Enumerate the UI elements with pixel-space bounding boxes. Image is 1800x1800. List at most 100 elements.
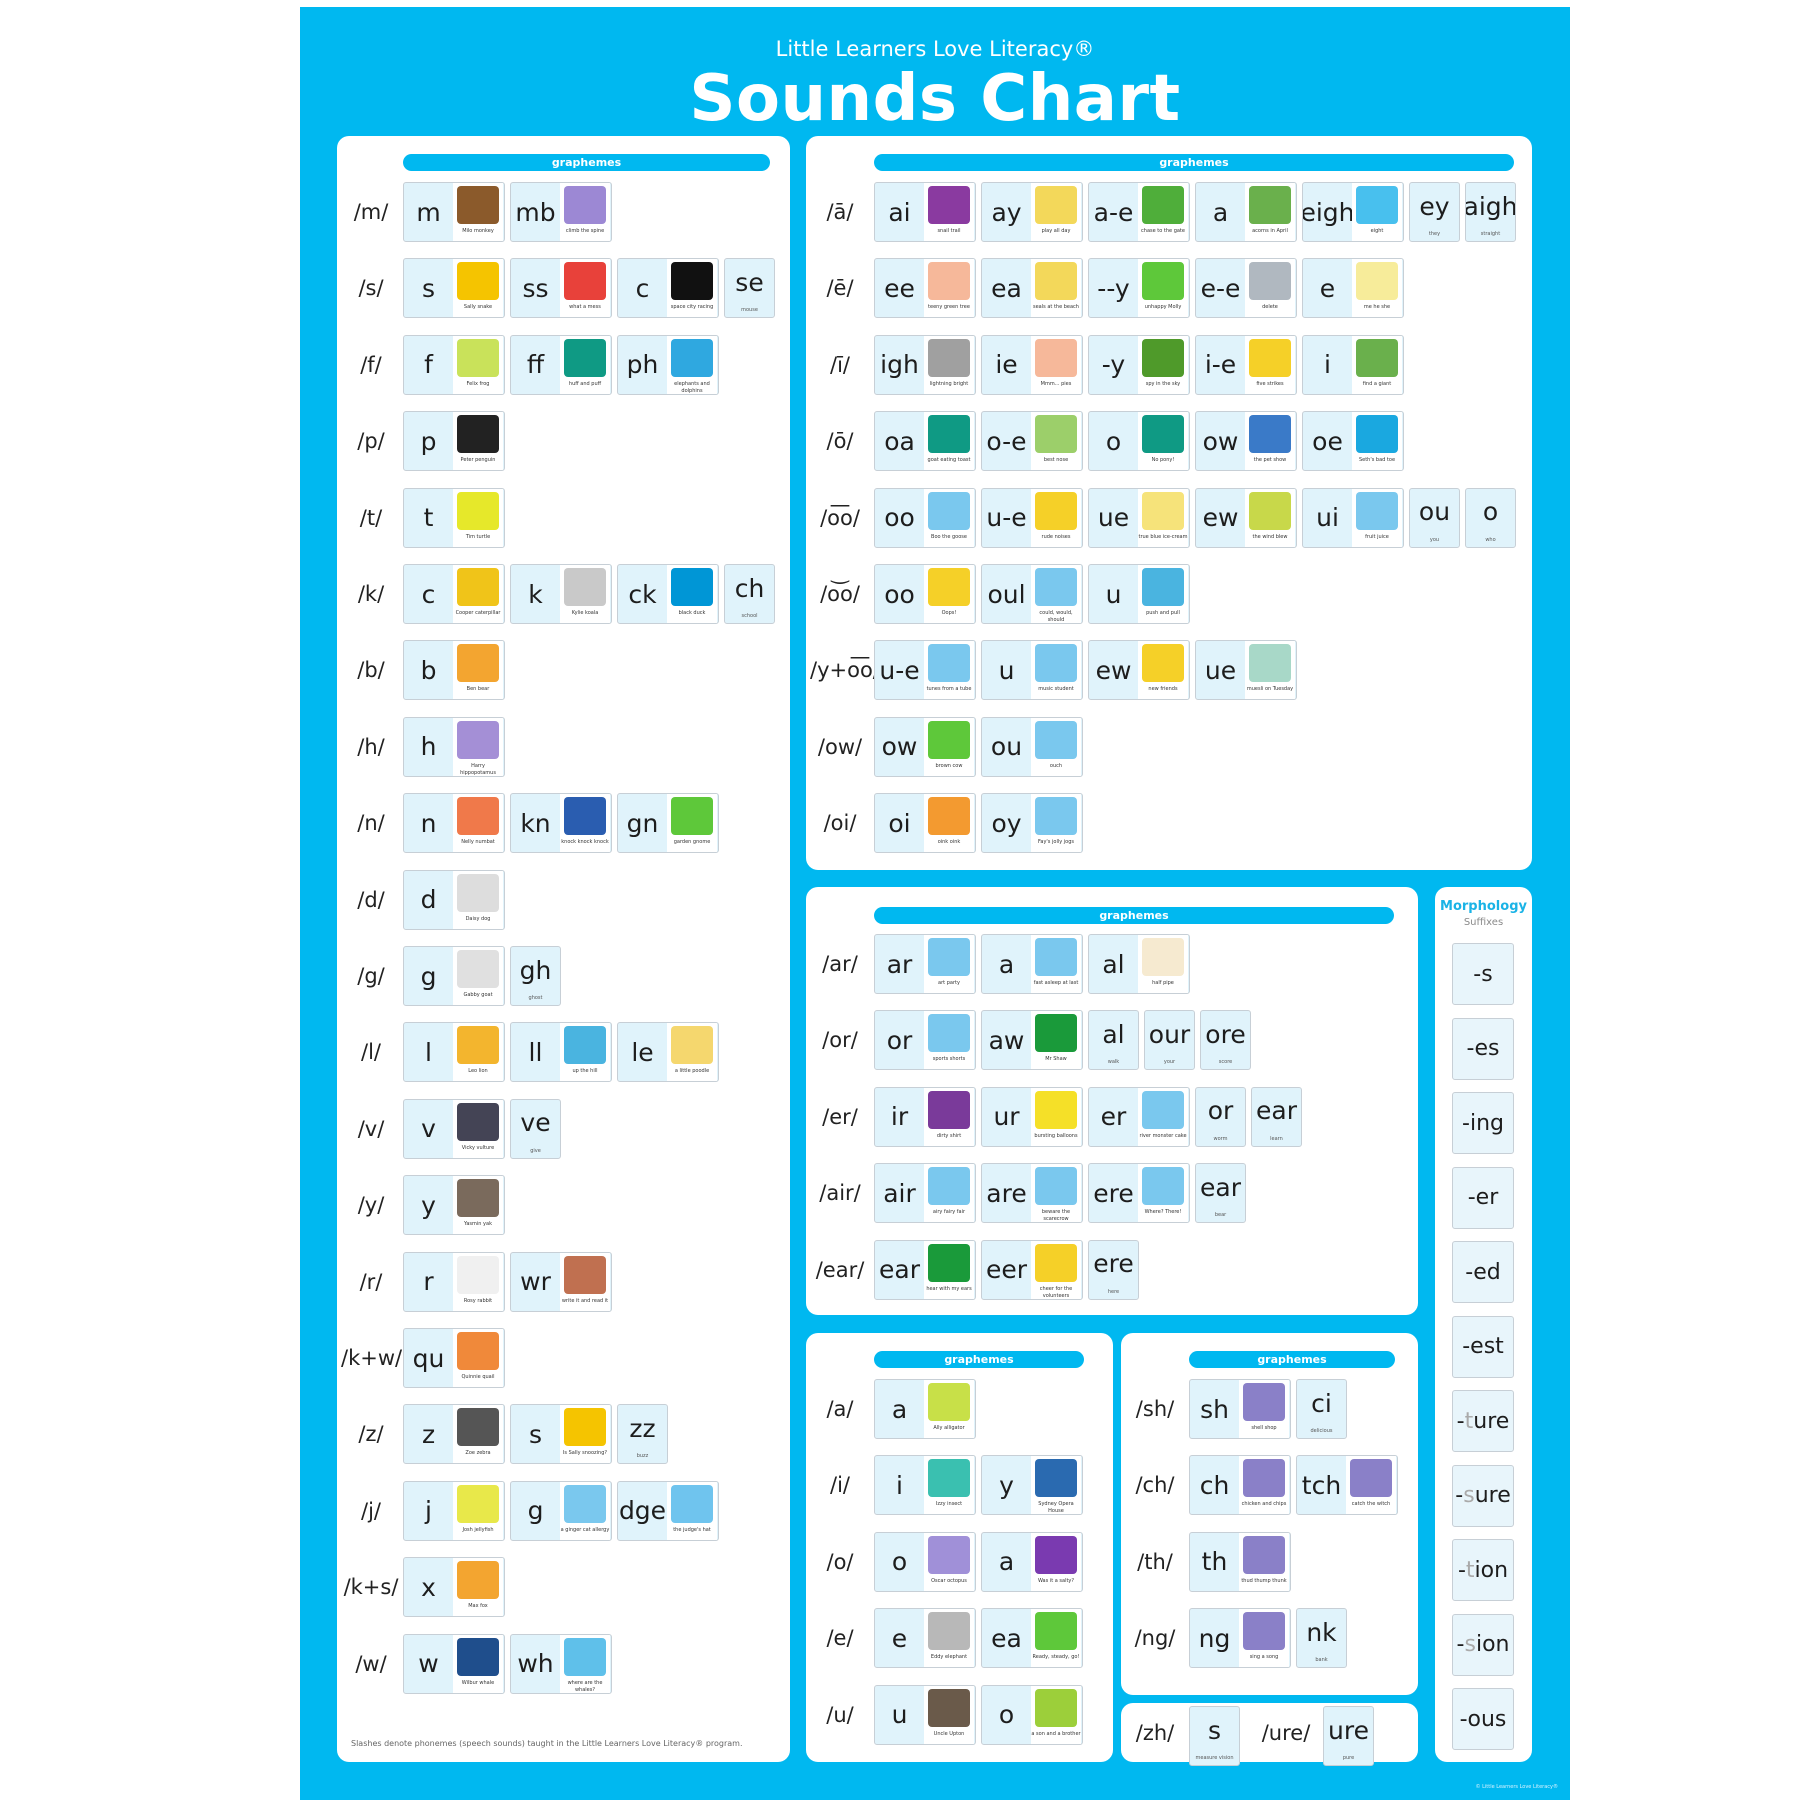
grapheme-tile[interactable]: u-e rude noises	[981, 487, 1083, 548]
grapheme-tile[interactable]: p Peter penguin	[403, 411, 505, 472]
grapheme-tile[interactable]: o-e best nose	[981, 411, 1083, 472]
grapheme-tile[interactable]: j Josh jellyfish	[403, 1480, 505, 1541]
grapheme-tile[interactable]: ear learn	[1251, 1086, 1302, 1147]
grapheme-tile[interactable]: kn knock knock knock	[510, 793, 612, 854]
grapheme-tile[interactable]: th thud thump thunk	[1189, 1531, 1291, 1592]
grapheme-tile[interactable]: s Is Sally snoozing?	[510, 1404, 612, 1465]
suffix-tile[interactable]: -s	[1452, 943, 1514, 1005]
grapheme-tile[interactable]: al half pipe	[1088, 934, 1190, 994]
grapheme-tile[interactable]: oe Seth's bad toe	[1302, 411, 1404, 472]
grapheme-tile[interactable]: u Uncle Upton	[874, 1684, 976, 1745]
grapheme-tile[interactable]: r Rosy rabbit	[403, 1251, 505, 1312]
grapheme-tile[interactable]: ci delicious	[1296, 1379, 1347, 1439]
grapheme-tile[interactable]: oy Fay's jolly jogs	[981, 793, 1083, 854]
grapheme-tile[interactable]: ea seals at the beach	[981, 258, 1083, 319]
grapheme-tile[interactable]: aw Mr Shaw	[981, 1010, 1083, 1071]
grapheme-tile[interactable]: f Felix frog	[403, 334, 505, 395]
grapheme-tile[interactable]: tch catch the witch	[1296, 1455, 1398, 1516]
grapheme-tile[interactable]: s Sally snake	[403, 258, 505, 319]
grapheme-tile[interactable]: ou you	[1409, 487, 1460, 548]
grapheme-tile[interactable]: k Kylie koala	[510, 564, 612, 624]
grapheme-tile[interactable]: air airy fairy fair	[874, 1163, 976, 1224]
grapheme-tile[interactable]: l Leo lion	[403, 1022, 505, 1083]
grapheme-tile[interactable]: oo Oops!	[874, 564, 976, 624]
grapheme-tile[interactable]: t Tim turtle	[403, 487, 505, 548]
grapheme-tile[interactable]: ll up the hill	[510, 1022, 612, 1083]
grapheme-tile[interactable]: c Cooper caterpillar	[403, 564, 505, 624]
grapheme-tile[interactable]: our your	[1144, 1010, 1195, 1071]
grapheme-tile[interactable]: mb climb the spine	[510, 182, 612, 242]
grapheme-tile[interactable]: ear bear	[1195, 1163, 1246, 1224]
grapheme-tile[interactable]: aigh straight	[1465, 182, 1516, 242]
grapheme-tile[interactable]: ph elephants and dolphins	[617, 334, 719, 395]
grapheme-tile[interactable]: ve give	[510, 1098, 561, 1159]
grapheme-tile[interactable]: s measure vision	[1189, 1706, 1240, 1766]
suffix-tile[interactable]: - s ure	[1452, 1464, 1514, 1527]
grapheme-tile[interactable]: ck black duck	[617, 564, 719, 624]
grapheme-tile[interactable]: i-e five strikes	[1195, 334, 1297, 395]
grapheme-tile[interactable]: ay play all day	[981, 182, 1083, 242]
grapheme-tile[interactable]: le a little poodle	[617, 1022, 719, 1083]
grapheme-tile[interactable]: ar art party	[874, 934, 976, 994]
suffix-tile[interactable]: - s ion	[1452, 1613, 1514, 1676]
grapheme-tile[interactable]: er river monster cake	[1088, 1086, 1190, 1147]
grapheme-tile[interactable]: oul could, would, should	[981, 564, 1083, 624]
grapheme-tile[interactable]: ur bursting balloons	[981, 1086, 1083, 1147]
grapheme-tile[interactable]: oa goat eating toast	[874, 411, 976, 472]
grapheme-tile[interactable]: sh shell shop	[1189, 1379, 1291, 1439]
grapheme-tile[interactable]: e-e delete	[1195, 258, 1297, 319]
grapheme-tile[interactable]: wh where are the whales?	[510, 1633, 612, 1694]
grapheme-tile[interactable]: y Sydney Opera House	[981, 1455, 1083, 1516]
grapheme-tile[interactable]: m Milo monkey	[403, 182, 505, 242]
grapheme-tile[interactable]: a acorns in April	[1195, 182, 1297, 242]
suffix-tile[interactable]: - es	[1452, 1017, 1514, 1080]
grapheme-tile[interactable]: se mouse	[724, 258, 775, 319]
grapheme-tile[interactable]: gn garden gnome	[617, 793, 719, 854]
grapheme-tile[interactable]: ure pure	[1323, 1706, 1374, 1766]
grapheme-tile[interactable]: ss what a mess	[510, 258, 612, 319]
grapheme-tile[interactable]: a fast asleep at last	[981, 934, 1083, 994]
grapheme-tile[interactable]: dge the judge's hat	[617, 1480, 719, 1541]
grapheme-tile[interactable]: oo Boo the goose	[874, 487, 976, 548]
suffix-tile[interactable]: - ous	[1452, 1688, 1514, 1750]
grapheme-tile[interactable]: d Daisy dog	[403, 869, 505, 930]
grapheme-tile[interactable]: ff huff and puff	[510, 334, 612, 395]
grapheme-tile[interactable]: -y spy in the sky	[1088, 334, 1190, 395]
grapheme-tile[interactable]: ew new friends	[1088, 640, 1190, 701]
grapheme-tile[interactable]: ea Ready, steady, go!	[981, 1608, 1083, 1669]
grapheme-tile[interactable]: g a ginger cat allergy	[510, 1480, 612, 1541]
grapheme-tile[interactable]: ch chicken and chips	[1189, 1455, 1291, 1516]
grapheme-tile[interactable]: ui fruit juice	[1302, 487, 1404, 548]
grapheme-tile[interactable]: c space city racing	[617, 258, 719, 319]
grapheme-tile[interactable]: a-e chase to the gate	[1088, 182, 1190, 242]
suffix-tile[interactable]: - est	[1452, 1315, 1514, 1378]
grapheme-tile[interactable]: y Yasmin yak	[403, 1175, 505, 1236]
grapheme-tile[interactable]: gh ghost	[510, 946, 561, 1006]
grapheme-tile[interactable]: ie Mmm... pies	[981, 334, 1083, 395]
grapheme-tile[interactable]: ng sing a song	[1189, 1608, 1291, 1669]
grapheme-tile[interactable]: ey they	[1409, 182, 1460, 242]
suffix-tile[interactable]: - t ure	[1452, 1390, 1514, 1452]
grapheme-tile[interactable]: oi oink oink	[874, 793, 976, 854]
grapheme-tile[interactable]: ere Where? There!	[1088, 1163, 1190, 1224]
grapheme-tile[interactable]: are beware the scarecrow	[981, 1163, 1083, 1224]
suffix-tile[interactable]: - ed	[1452, 1241, 1514, 1303]
grapheme-tile[interactable]: g Gabby goat	[403, 946, 505, 1006]
grapheme-tile[interactable]: z Zoe zebra	[403, 1404, 505, 1465]
grapheme-tile[interactable]: a Ally alligator	[874, 1379, 976, 1439]
grapheme-tile[interactable]: ow brown cow	[874, 716, 976, 777]
grapheme-tile[interactable]: qu Quinnie quail	[403, 1328, 505, 1388]
grapheme-tile[interactable]: or sports shorts	[874, 1010, 976, 1071]
suffix-tile[interactable]: - t ion	[1452, 1539, 1514, 1601]
grapheme-tile[interactable]: i Izzy insect	[874, 1455, 976, 1516]
grapheme-tile[interactable]: ou ouch	[981, 716, 1083, 777]
suffix-tile[interactable]: - ing	[1452, 1092, 1514, 1154]
grapheme-tile[interactable]: ere here	[1088, 1239, 1139, 1300]
grapheme-tile[interactable]: u-e tunes from a tube	[874, 640, 976, 701]
suffix-tile[interactable]: - er	[1452, 1166, 1514, 1229]
grapheme-tile[interactable]: o a son and a brother	[981, 1684, 1083, 1745]
grapheme-tile[interactable]: a Was it a salty?	[981, 1531, 1083, 1592]
grapheme-tile[interactable]: --y unhappy Molly	[1088, 258, 1190, 319]
grapheme-tile[interactable]: ow the pet show	[1195, 411, 1297, 472]
grapheme-tile[interactable]: ir dirty shirt	[874, 1086, 976, 1147]
